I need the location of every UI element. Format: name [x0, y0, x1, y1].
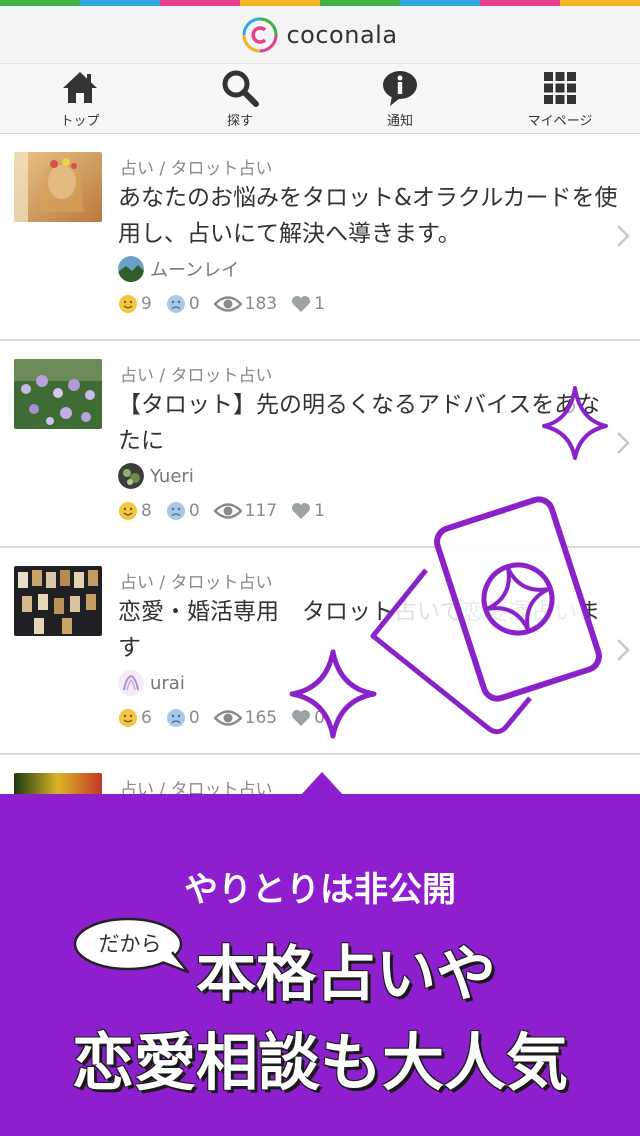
sad-count: 0 [166, 501, 200, 521]
view-count-value: 117 [244, 501, 278, 521]
sad-count-value: 0 [188, 501, 200, 521]
home-icon [63, 72, 97, 103]
chevron-right-icon [617, 639, 630, 661]
view-count: 117 [213, 501, 278, 521]
avatar [118, 463, 144, 489]
service-category: 占い / タロット占い [120, 159, 273, 179]
like-count: 1 [291, 501, 325, 521]
list-item[interactable]: 占い / タロット占い 恋愛・婚活専用 タロット占いで恋愛運占います urai … [0, 548, 640, 755]
eye-icon [213, 710, 242, 726]
chevron-right-icon [617, 225, 630, 247]
nav-label: マイページ [527, 114, 593, 129]
sad-count-value: 0 [188, 708, 200, 728]
service-thumbnail [14, 359, 102, 429]
service-thumbnail [14, 566, 102, 636]
nav-label: 通知 [386, 114, 413, 129]
view-count-value: 165 [244, 708, 278, 728]
seller-name: Yueri [150, 465, 194, 487]
logo-text: coconala [286, 20, 398, 49]
banner-line-3: 恋愛相談も大人気 [71, 1026, 568, 1099]
avatar [118, 670, 144, 696]
search-icon [222, 70, 259, 107]
service-stats: 6 0 165 0 [118, 708, 339, 728]
sad-face-icon [166, 502, 185, 520]
service-category: 占い / タロット占い [120, 573, 273, 593]
nav-item-mypage[interactable]: マイページ [480, 64, 640, 133]
eye-icon [213, 503, 242, 519]
like-count: 0 [291, 708, 325, 728]
banner-notch [300, 772, 344, 796]
grid-icon [544, 72, 576, 104]
smile-count: 8 [118, 501, 152, 521]
sad-count-value: 0 [188, 294, 200, 314]
sad-face-icon [166, 709, 185, 727]
seller-name: urai [150, 672, 185, 694]
smile-face-icon [119, 502, 137, 520]
smile-count-value: 9 [141, 294, 152, 314]
smile-count: 6 [118, 708, 152, 728]
sad-count: 0 [166, 708, 200, 728]
coconala-logo-icon [242, 17, 278, 52]
nav-item-notifications[interactable]: 通知 [320, 64, 480, 133]
smile-face-icon [119, 295, 137, 313]
seller: ムーンレイ [118, 256, 239, 282]
heart-icon [292, 296, 311, 312]
smile-count-value: 8 [141, 501, 152, 521]
smile-count-value: 6 [141, 708, 152, 728]
smile-face-icon [119, 709, 137, 727]
bubble-text: だから [98, 932, 162, 956]
app-header: coconala [0, 6, 640, 64]
nav-item-top[interactable]: トップ [0, 64, 160, 133]
heart-icon [292, 503, 311, 519]
service-title: あなたのお悩みをタロット&オラクルカードを使用し、占いにて解決へ導きます。 [118, 185, 618, 247]
nav-label: 探す [226, 114, 253, 129]
avatar [118, 256, 144, 282]
list-item[interactable]: 占い / タロット占い あなたのお悩みをタロット&オラクルカードを使用し、占いに… [0, 134, 640, 341]
view-count-value: 183 [244, 294, 278, 314]
eye-icon [213, 296, 242, 312]
info-icon [383, 71, 417, 106]
view-count: 165 [213, 708, 278, 728]
heart-icon [292, 710, 311, 726]
banner-line-2: 本格占いや [196, 940, 496, 1010]
service-stats: 9 0 183 1 [118, 294, 339, 314]
sad-face-icon [166, 295, 185, 313]
like-count-value: 1 [314, 501, 325, 521]
service-category: 占い / タロット占い [120, 366, 273, 386]
service-thumbnail [14, 152, 102, 222]
like-count-value: 1 [314, 294, 325, 314]
smile-count: 9 [118, 294, 152, 314]
seller: Yueri [118, 463, 194, 489]
coconala-logo[interactable]: coconala [242, 17, 397, 53]
service-stats: 8 0 117 1 [118, 501, 339, 521]
seller: urai [118, 670, 185, 696]
service-title: 恋愛・婚活専用 タロット占いで恋愛運占います [118, 599, 601, 661]
main-nav: トップ 探す 通知 マイページ [0, 64, 640, 134]
like-count: 1 [291, 294, 325, 314]
seller-name: ムーンレイ [150, 260, 240, 281]
banner-line-1: やりとりは非公開 [184, 870, 456, 910]
like-count-value: 0 [314, 708, 325, 728]
view-count: 183 [213, 294, 278, 314]
service-title: 【タロット】先の明るくなるアドバイスをあなたに [118, 392, 601, 454]
nav-label: トップ [60, 114, 100, 129]
nav-item-search[interactable]: 探す [160, 64, 320, 133]
list-item[interactable]: 占い / タロット占い 【タロット】先の明るくなるアドバイスをあなたに Yuer… [0, 341, 640, 548]
sad-count: 0 [166, 294, 200, 314]
chevron-right-icon [617, 432, 630, 454]
